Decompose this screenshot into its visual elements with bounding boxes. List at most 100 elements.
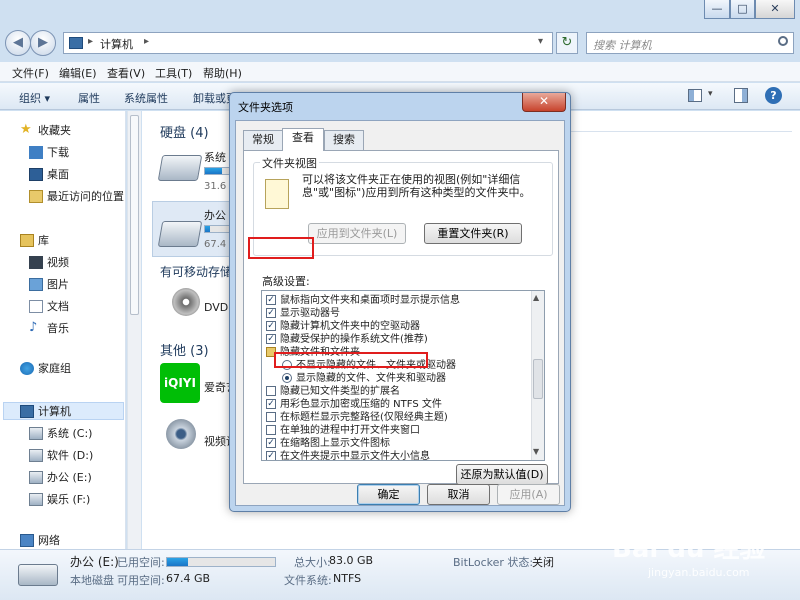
- address-row: ◀ ▶ ▸ 计算机 ▸ ▾ ↻ 搜索 计算机: [0, 26, 800, 60]
- settings-scroll-thumb[interactable]: [533, 359, 543, 399]
- sidebar-item-downloads[interactable]: 下载: [0, 144, 126, 162]
- ok-button[interactable]: 确定: [357, 484, 420, 505]
- setting-checkbox[interactable]: [266, 386, 276, 396]
- sidebar-item-desktop[interactable]: 桌面: [0, 166, 126, 184]
- setting-checkbox[interactable]: [266, 412, 276, 422]
- view-options-icon[interactable]: [688, 89, 702, 102]
- advanced-settings-label: 高级设置:: [262, 275, 310, 288]
- menu-edit[interactable]: 编辑(E): [59, 65, 97, 81]
- minimize-button[interactable]: —: [704, 0, 730, 19]
- group-removable[interactable]: 有可移动存储: [160, 263, 232, 280]
- sidebar-computer-label: 计算机: [38, 405, 71, 418]
- setting-checkbox[interactable]: ✓: [266, 451, 276, 460]
- setting-checkbox[interactable]: ✓: [266, 334, 276, 344]
- sidebar-libraries[interactable]: 库: [0, 232, 126, 250]
- dialog-body: 常规 查看 搜索 文件夹视图 可以将该文件夹正在使用的视图(例如"详细信息"或"…: [235, 120, 565, 506]
- close-button[interactable]: ✕: [755, 0, 795, 19]
- sidebar-item-recent[interactable]: 最近访问的位置: [0, 188, 126, 206]
- menu-file[interactable]: 文件(F): [12, 65, 49, 81]
- group-other[interactable]: 其他 (3): [160, 340, 209, 359]
- homegroup-icon: [20, 362, 34, 375]
- folder-options-dialog: 文件夹选项 ✕ 常规 查看 搜索 文件夹视图 可以将该文件夹正在使用的视图(例如…: [229, 92, 571, 512]
- drive-name[interactable]: 系统: [204, 149, 226, 165]
- dialog-title: 文件夹选项: [238, 101, 293, 114]
- forward-button[interactable]: ▶: [30, 30, 56, 56]
- sidebar-item-videos[interactable]: 视频: [0, 254, 126, 272]
- path-chevron-icon[interactable]: ▸: [144, 36, 149, 47]
- setting-checkbox[interactable]: ✓: [266, 438, 276, 448]
- apply-button[interactable]: 应用(A): [497, 484, 560, 505]
- drive-usage-bar: [204, 167, 230, 175]
- settings-scrollbar[interactable]: ▲ ▼: [531, 291, 544, 460]
- group-hard-disks[interactable]: 硬盘 (4): [160, 122, 209, 141]
- explorer-window: — □ ✕ ◀ ▶ ▸ 计算机 ▸ ▾ ↻ 搜索 计算机 文件(F) 编辑(E)…: [0, 0, 800, 600]
- sidebar-item-drive-f[interactable]: 娱乐 (F:): [0, 491, 126, 509]
- magnifier-icon[interactable]: [778, 36, 788, 46]
- status-drive-name: 办公 (E:): [70, 555, 119, 569]
- sidebar-item-drive-c[interactable]: 系统 (C:): [0, 425, 126, 443]
- sidebar-item-documents[interactable]: 文档: [0, 298, 126, 316]
- sidebar-favorites[interactable]: ★ 收藏夹: [0, 122, 126, 140]
- refresh-button[interactable]: ↻: [556, 32, 578, 54]
- dialog-close-button[interactable]: ✕: [522, 93, 566, 112]
- properties-button[interactable]: 属性: [78, 90, 100, 106]
- cancel-button[interactable]: 取消: [427, 484, 490, 505]
- scroll-down-icon[interactable]: ▼: [533, 447, 539, 456]
- setting-checkbox[interactable]: ✓: [266, 321, 276, 331]
- sidebar-item-label: 软件 (D:): [47, 449, 94, 462]
- setting-checkbox[interactable]: ✓: [266, 295, 276, 305]
- navigation-scrollbar[interactable]: [127, 111, 141, 549]
- help-icon[interactable]: ?: [765, 87, 782, 104]
- setting-label: 在单独的进程中打开文件夹窗口: [280, 425, 420, 436]
- address-dropdown-icon[interactable]: ▾: [538, 36, 543, 47]
- scroll-up-icon[interactable]: ▲: [533, 293, 539, 302]
- menu-help[interactable]: 帮助(H): [203, 65, 242, 81]
- organize-button[interactable]: 组织 ▾: [19, 90, 50, 106]
- folder-view-icon: [265, 179, 289, 209]
- reset-folders-button[interactable]: 重置文件夹(R): [424, 223, 522, 244]
- setting-checkbox[interactable]: [266, 425, 276, 435]
- view-dropdown-icon[interactable]: ▾: [708, 89, 713, 99]
- folder-view-legend: 文件夹视图: [260, 155, 319, 171]
- star-icon: ★: [20, 122, 32, 137]
- apply-to-folders-button[interactable]: 应用到文件夹(L): [308, 223, 406, 244]
- sidebar-item-label: 音乐: [47, 322, 69, 335]
- sidebar-item-label: 办公 (E:): [47, 471, 92, 484]
- back-button[interactable]: ◀: [5, 30, 31, 56]
- sidebar-item-label: 视频: [47, 256, 69, 269]
- advanced-settings-list: ✓ 鼠标指向文件夹和桌面项时显示提示信息 ✓ 显示驱动器号 ✓ 隐藏计算机文件夹中的空驱动…: [261, 290, 545, 461]
- webcam-icon: [166, 419, 196, 449]
- sidebar-item-music[interactable]: ♪ 音乐: [0, 320, 126, 338]
- sidebar-item-pictures[interactable]: 图片: [0, 276, 126, 294]
- system-properties-button[interactable]: 系统属性: [124, 90, 168, 106]
- folder-view-description: 可以将该文件夹正在使用的视图(例如"详细信息"或"图标")应用到所有这种类型的文…: [302, 173, 531, 199]
- sidebar-item-drive-d[interactable]: 软件 (D:): [0, 447, 126, 465]
- setting-checkbox[interactable]: ✓: [266, 308, 276, 318]
- restore-defaults-button[interactable]: 还原为默认值(D): [456, 464, 548, 485]
- address-bar[interactable]: ▸ 计算机 ▸ ▾: [63, 32, 553, 54]
- sidebar-favorites-label: 收藏夹: [38, 124, 71, 137]
- menu-tools[interactable]: 工具(T): [155, 65, 192, 81]
- tab-general[interactable]: 常规: [243, 130, 283, 150]
- search-box[interactable]: 搜索 计算机: [586, 32, 794, 54]
- drive-name[interactable]: 办公: [204, 207, 226, 223]
- preview-pane-icon[interactable]: [734, 88, 748, 103]
- tab-view[interactable]: 查看: [282, 128, 324, 151]
- dvd-drive-label[interactable]: DVD: [204, 301, 228, 314]
- navigation-scroll-thumb[interactable]: [130, 115, 139, 315]
- setting-radio[interactable]: [282, 373, 292, 383]
- drive-icon: [157, 155, 203, 181]
- tab-search[interactable]: 搜索: [324, 130, 364, 150]
- status-drive-type: 本地磁盘: [70, 574, 114, 587]
- setting-checkbox[interactable]: ✓: [266, 399, 276, 409]
- setting-label: 用彩色显示加密或压缩的 NTFS 文件: [280, 399, 442, 410]
- maximize-button[interactable]: □: [730, 0, 755, 19]
- sidebar-item-drive-e[interactable]: 办公 (E:): [0, 469, 126, 487]
- sidebar-computer[interactable]: 计算机: [3, 402, 124, 420]
- menu-view[interactable]: 查看(V): [107, 65, 145, 81]
- drive-size: 31.6: [204, 181, 227, 192]
- sidebar-network[interactable]: 网络: [0, 532, 126, 550]
- sidebar-homegroup[interactable]: 家庭组: [0, 360, 126, 378]
- sidebar-item-label: 下载: [47, 146, 69, 159]
- recent-places-icon: [29, 190, 43, 203]
